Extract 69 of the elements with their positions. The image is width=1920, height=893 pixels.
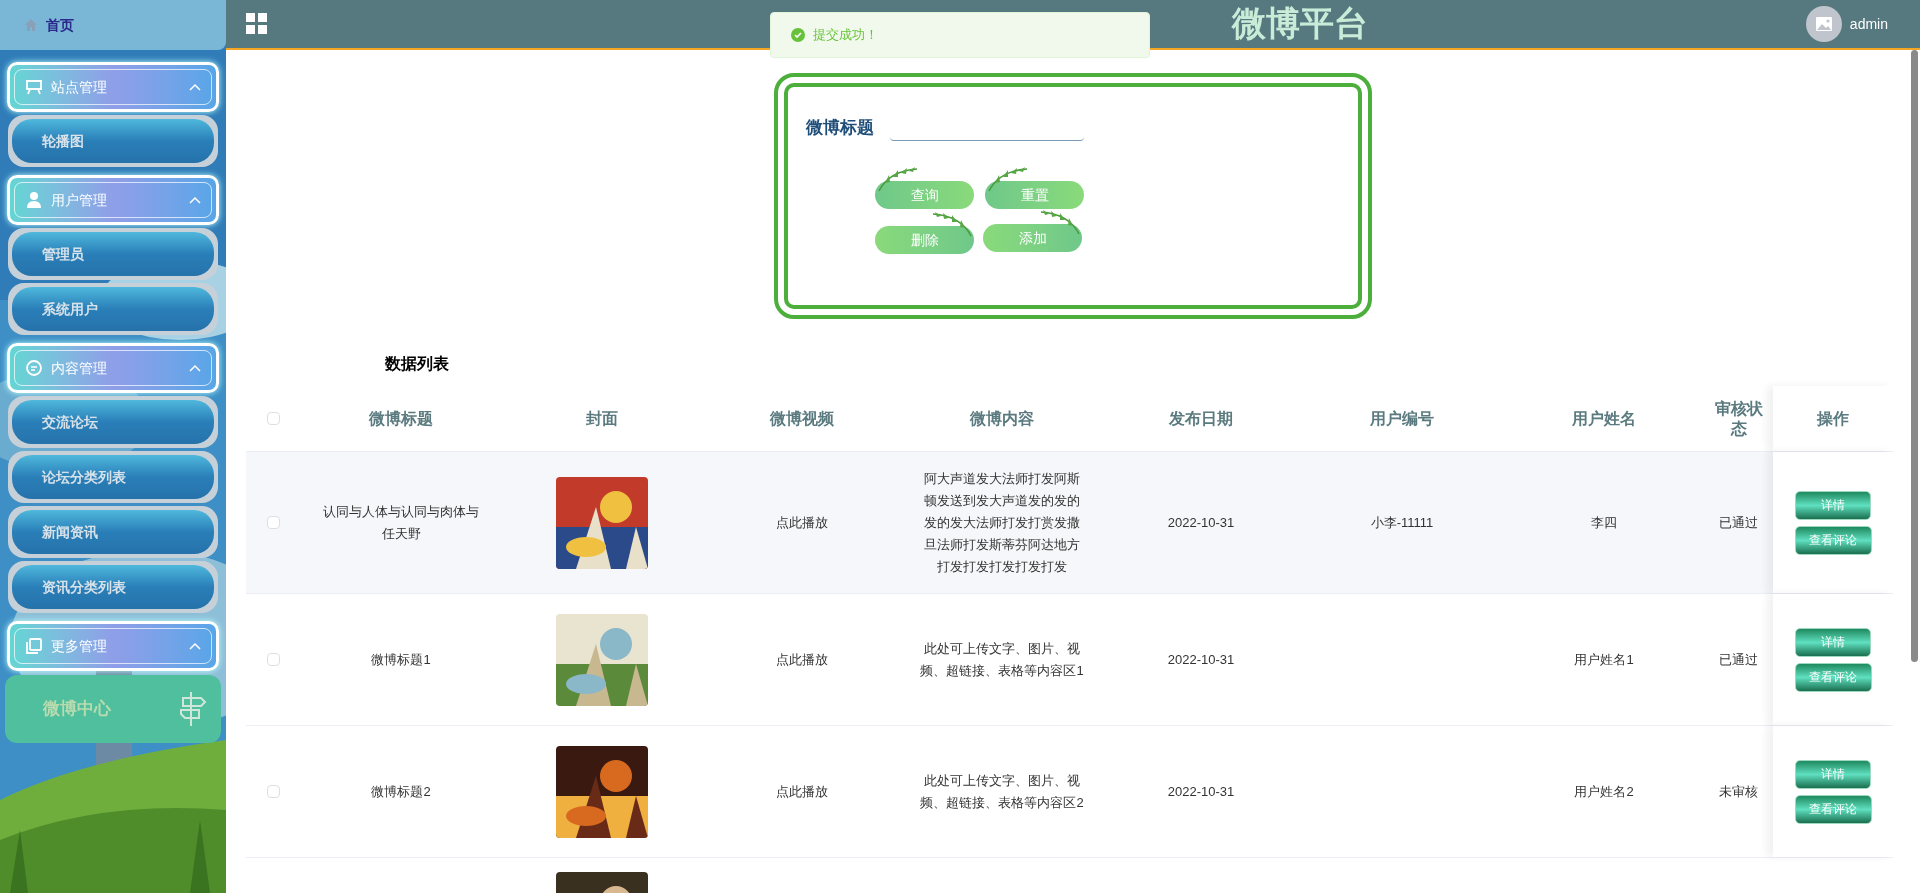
table-cell-text: 认同与人体与认同与肉体与任天野 bbox=[322, 502, 480, 543]
person-icon bbox=[25, 191, 43, 209]
table-cell-text: 阿大声道发大法师打发阿斯顿发送到发大声道发的发的发的发大法师打发打赏发撒旦法师打发斯蒂芬阿达地方打发打发打发打发打发 bbox=[923, 469, 1081, 576]
table-cell-text: 已通过 bbox=[1719, 650, 1758, 669]
menu-item[interactable]: 论坛分类列表 bbox=[8, 451, 218, 503]
avatar-icon[interactable] bbox=[1805, 6, 1842, 42]
menu-item[interactable]: 系统用户 bbox=[8, 283, 218, 335]
column-header[interactable]: 审核状态 bbox=[1704, 398, 1773, 439]
table-cell-text: 用户姓名1 bbox=[1574, 650, 1634, 669]
user-name[interactable]: admin bbox=[1849, 13, 1888, 35]
table-cell-text: 此处可上传文字、图片、视频、超链接、表格等内容区1 bbox=[919, 639, 1085, 680]
column-header[interactable]: 微博视频 bbox=[702, 408, 902, 429]
menu-item[interactable]: 交流论坛 bbox=[8, 396, 218, 448]
column-header[interactable]: 用户姓名 bbox=[1504, 408, 1704, 429]
table-cell-text: 2022-10-31 bbox=[1167, 782, 1235, 801]
button[interactable]: 删除 bbox=[875, 226, 974, 254]
column-header[interactable]: 操作 bbox=[1773, 386, 1893, 451]
menu-item[interactable]: 轮播图 bbox=[8, 115, 218, 167]
column-header[interactable]: 微博标题 bbox=[300, 408, 502, 429]
scrollbar[interactable] bbox=[1911, 50, 1918, 662]
table-cell-text: 微博标题1 bbox=[371, 650, 431, 669]
column-header[interactable]: 微博内容 bbox=[902, 408, 1102, 429]
menu-item[interactable]: 新闻资讯 bbox=[8, 506, 218, 558]
checkbox[interactable] bbox=[266, 653, 280, 666]
table-cell-text: 点此播放 bbox=[776, 650, 828, 669]
checkbox[interactable] bbox=[266, 785, 280, 798]
table-cell-text: 点此播放 bbox=[776, 782, 828, 801]
column-header[interactable]: 用户编号 bbox=[1300, 408, 1504, 429]
menu-group-header[interactable]: 站点管理 bbox=[7, 62, 219, 112]
table-cell-text: 用户姓名2 bbox=[1574, 782, 1634, 801]
menu-item[interactable]: 管理员 bbox=[8, 228, 218, 280]
button[interactable]: 查看评论 bbox=[1794, 525, 1872, 555]
page-title: 微博平台 bbox=[1232, 3, 1368, 44]
table-cell-text: 点此播放 bbox=[776, 513, 828, 532]
button[interactable]: 查询 bbox=[875, 181, 974, 209]
button[interactable]: 添加 bbox=[983, 224, 1082, 252]
chat-icon bbox=[25, 359, 43, 377]
button[interactable]: 查看评论 bbox=[1794, 794, 1872, 824]
button[interactable]: 查看评论 bbox=[1794, 662, 1872, 692]
toast-message: 提交成功！ bbox=[770, 12, 1150, 58]
table-cell-text: 已通过 bbox=[1719, 513, 1758, 532]
home-icon bbox=[24, 18, 38, 32]
menu-item[interactable]: 资讯分类列表 bbox=[8, 561, 218, 613]
button[interactable]: 详情 bbox=[1795, 490, 1871, 520]
column-header[interactable]: 封面 bbox=[502, 408, 702, 429]
table-cell-text: 李四 bbox=[1591, 513, 1617, 532]
table-cell-text: 此处可上传文字、图片、视频、超链接、表格等内容区2 bbox=[919, 771, 1085, 812]
button[interactable]: 重置 bbox=[985, 181, 1084, 209]
easel-icon bbox=[25, 78, 43, 96]
menu-group-header[interactable]: 用户管理 bbox=[7, 175, 219, 225]
table-cell-text: 小李-11111 bbox=[1370, 513, 1434, 532]
table-cell-text: 2022-10-31 bbox=[1167, 650, 1235, 669]
menu-group-header[interactable]: 内容管理 bbox=[7, 343, 219, 393]
home-menu-item[interactable]: 首页 bbox=[0, 0, 226, 50]
signpost-icon bbox=[177, 690, 209, 728]
button[interactable]: 详情 bbox=[1795, 759, 1871, 789]
checkbox[interactable] bbox=[266, 516, 280, 529]
checkbox[interactable] bbox=[266, 412, 280, 425]
field-label: 微博标题 bbox=[806, 117, 874, 139]
table-cell-text: 2022-10-31 bbox=[1167, 513, 1235, 532]
table-title: 数据列表 bbox=[385, 354, 450, 374]
table-cell-text: 未审核 bbox=[1719, 782, 1758, 801]
column-header[interactable]: 发布日期 bbox=[1102, 408, 1300, 429]
table-cell-text: 微博标题2 bbox=[371, 782, 431, 801]
menu-group-header[interactable]: 更多管理 bbox=[7, 621, 219, 671]
button[interactable]: 详情 bbox=[1795, 627, 1871, 657]
copy-icon bbox=[25, 637, 43, 655]
menu-icon[interactable] bbox=[246, 13, 268, 35]
check-circle-icon bbox=[791, 28, 805, 42]
